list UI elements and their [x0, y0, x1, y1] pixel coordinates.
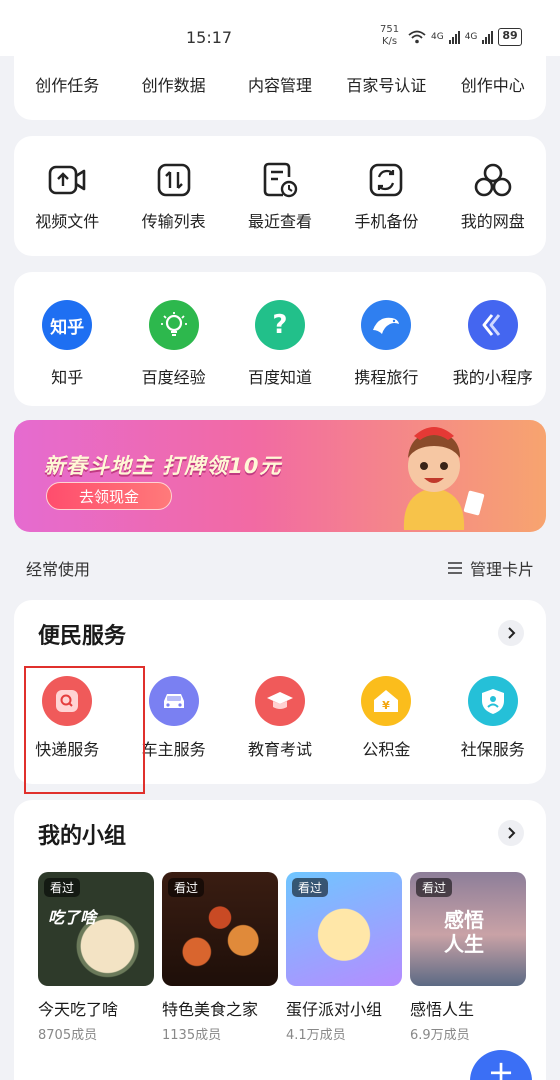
- mini-program-icon: [467, 300, 518, 350]
- recent-icon: [258, 158, 302, 202]
- status-bar: 15:17 751 K/s 4G 4G 89: [0, 0, 560, 56]
- graduation-cap-icon: [254, 676, 305, 726]
- list-icon: [447, 562, 462, 574]
- tool-recent[interactable]: 最近查看: [227, 158, 333, 232]
- car-icon: [148, 676, 199, 726]
- groups-list: 看过 吃了啥 今天吃了啥 8705成员 看过 特色美食之家 1135成员 看过 …: [38, 872, 526, 1043]
- tool-transfer-list[interactable]: 传输列表: [120, 158, 226, 232]
- services-title: 便民服务: [38, 624, 127, 649]
- status-time: 15:17: [186, 28, 233, 47]
- network-type-1: 4G: [431, 32, 444, 42]
- group-item[interactable]: 看过 特色美食之家 1135成员: [162, 872, 278, 1043]
- creator-item-verify[interactable]: 百家号认证: [333, 72, 439, 96]
- app-my-mini-programs[interactable]: 我的小程序: [440, 300, 546, 388]
- group-name: 特色美食之家: [162, 1000, 259, 1019]
- group-item[interactable]: 看过 感悟人生 感悟人生 6.9万成员: [410, 872, 526, 1043]
- question-icon: ?: [254, 300, 305, 350]
- house-yuan-icon: ¥: [361, 676, 412, 726]
- banner-title: 新春斗地主 打牌领10元: [44, 454, 282, 478]
- tool-phone-backup[interactable]: 手机备份: [333, 158, 439, 232]
- mini-apps-card: 知乎 知乎 百度经验 ? 百度知道 携程旅行 我的小程序: [14, 272, 546, 406]
- group-thumbnail: 看过 吃了啥: [38, 872, 154, 986]
- group-members: 4.1万成员: [286, 1028, 346, 1043]
- group-thumbnail: 看过: [286, 872, 402, 986]
- app-zhihu[interactable]: 知乎 知乎: [14, 300, 120, 388]
- frequent-label: 经常使用: [26, 560, 91, 579]
- video-icon: [45, 158, 89, 202]
- dolphin-icon: [361, 300, 412, 350]
- svg-text:¥: ¥: [383, 699, 391, 712]
- group-name: 蛋仔派对小组: [286, 1000, 383, 1019]
- groups-more-button[interactable]: [498, 820, 524, 846]
- group-item[interactable]: 看过 吃了啥 今天吃了啥 8705成员: [38, 872, 154, 1043]
- signal-icon: [448, 30, 460, 44]
- manage-cards-button[interactable]: 管理卡片: [447, 556, 534, 580]
- creator-item-data[interactable]: 创作数据: [120, 72, 226, 96]
- banner-claim-button[interactable]: 去领现金: [46, 482, 172, 510]
- lightbulb-icon: [148, 300, 199, 350]
- promo-banner[interactable]: 新春斗地主 打牌领10元 去领现金: [14, 420, 546, 532]
- mascot-illustration: [403, 427, 485, 530]
- selection-highlight: [24, 666, 145, 794]
- service-housing-fund[interactable]: ¥ 公积金: [333, 676, 439, 760]
- plus-icon: +: [487, 1053, 515, 1080]
- seen-badge: 看过: [292, 878, 329, 897]
- group-item[interactable]: 看过 蛋仔派对小组 4.1万成员: [286, 872, 402, 1043]
- seen-badge: 看过: [168, 878, 205, 897]
- group-members: 8705成员: [38, 1028, 98, 1043]
- seen-badge: 看过: [416, 878, 453, 897]
- status-icons: 4G 4G 89: [408, 28, 522, 46]
- signal-icon: [482, 30, 494, 44]
- network-speed: 751 K/s: [380, 24, 400, 47]
- groups-title: 我的小组: [38, 824, 127, 849]
- seen-badge: 看过: [44, 878, 81, 897]
- shield-user-icon: [467, 676, 518, 726]
- creator-item-content[interactable]: 内容管理: [227, 72, 333, 96]
- group-name: 感悟人生: [410, 1000, 475, 1019]
- services-more-button[interactable]: [498, 620, 524, 646]
- creator-item-center[interactable]: 创作中心: [440, 72, 546, 96]
- tools-card: 视频文件 传输列表 最近查看 手机备份 我的网盘: [14, 136, 546, 256]
- wifi-icon: [408, 30, 426, 44]
- transfer-icon: [152, 158, 196, 202]
- service-education-exam[interactable]: 教育考试: [227, 676, 333, 760]
- zhihu-icon: 知乎: [42, 300, 93, 350]
- tool-my-drive[interactable]: 我的网盘: [440, 158, 546, 232]
- backup-icon: [364, 158, 408, 202]
- app-baidu-jingyan[interactable]: 百度经验: [120, 300, 226, 388]
- cloud-drive-icon: [471, 158, 515, 202]
- creator-item-tasks[interactable]: 创作任务: [14, 72, 120, 96]
- app-ctrip[interactable]: 携程旅行: [333, 300, 439, 388]
- tool-video-files[interactable]: 视频文件: [14, 158, 120, 232]
- battery-indicator: 89: [498, 28, 522, 46]
- group-members: 1135成员: [162, 1028, 222, 1043]
- chevron-right-icon: [508, 827, 516, 839]
- app-baidu-zhidao[interactable]: ? 百度知道: [227, 300, 333, 388]
- group-thumbnail: 看过 感悟人生: [410, 872, 526, 986]
- group-thumbnail: 看过: [162, 872, 278, 986]
- chevron-right-icon: [508, 627, 516, 639]
- service-social-security[interactable]: 社保服务: [440, 676, 546, 760]
- network-type-2: 4G: [464, 32, 478, 42]
- group-members: 6.9万成员: [410, 1028, 470, 1043]
- group-name: 今天吃了啥: [38, 1000, 119, 1019]
- creator-row: 创作任务 创作数据 内容管理 百家号认证 创作中心: [14, 72, 546, 96]
